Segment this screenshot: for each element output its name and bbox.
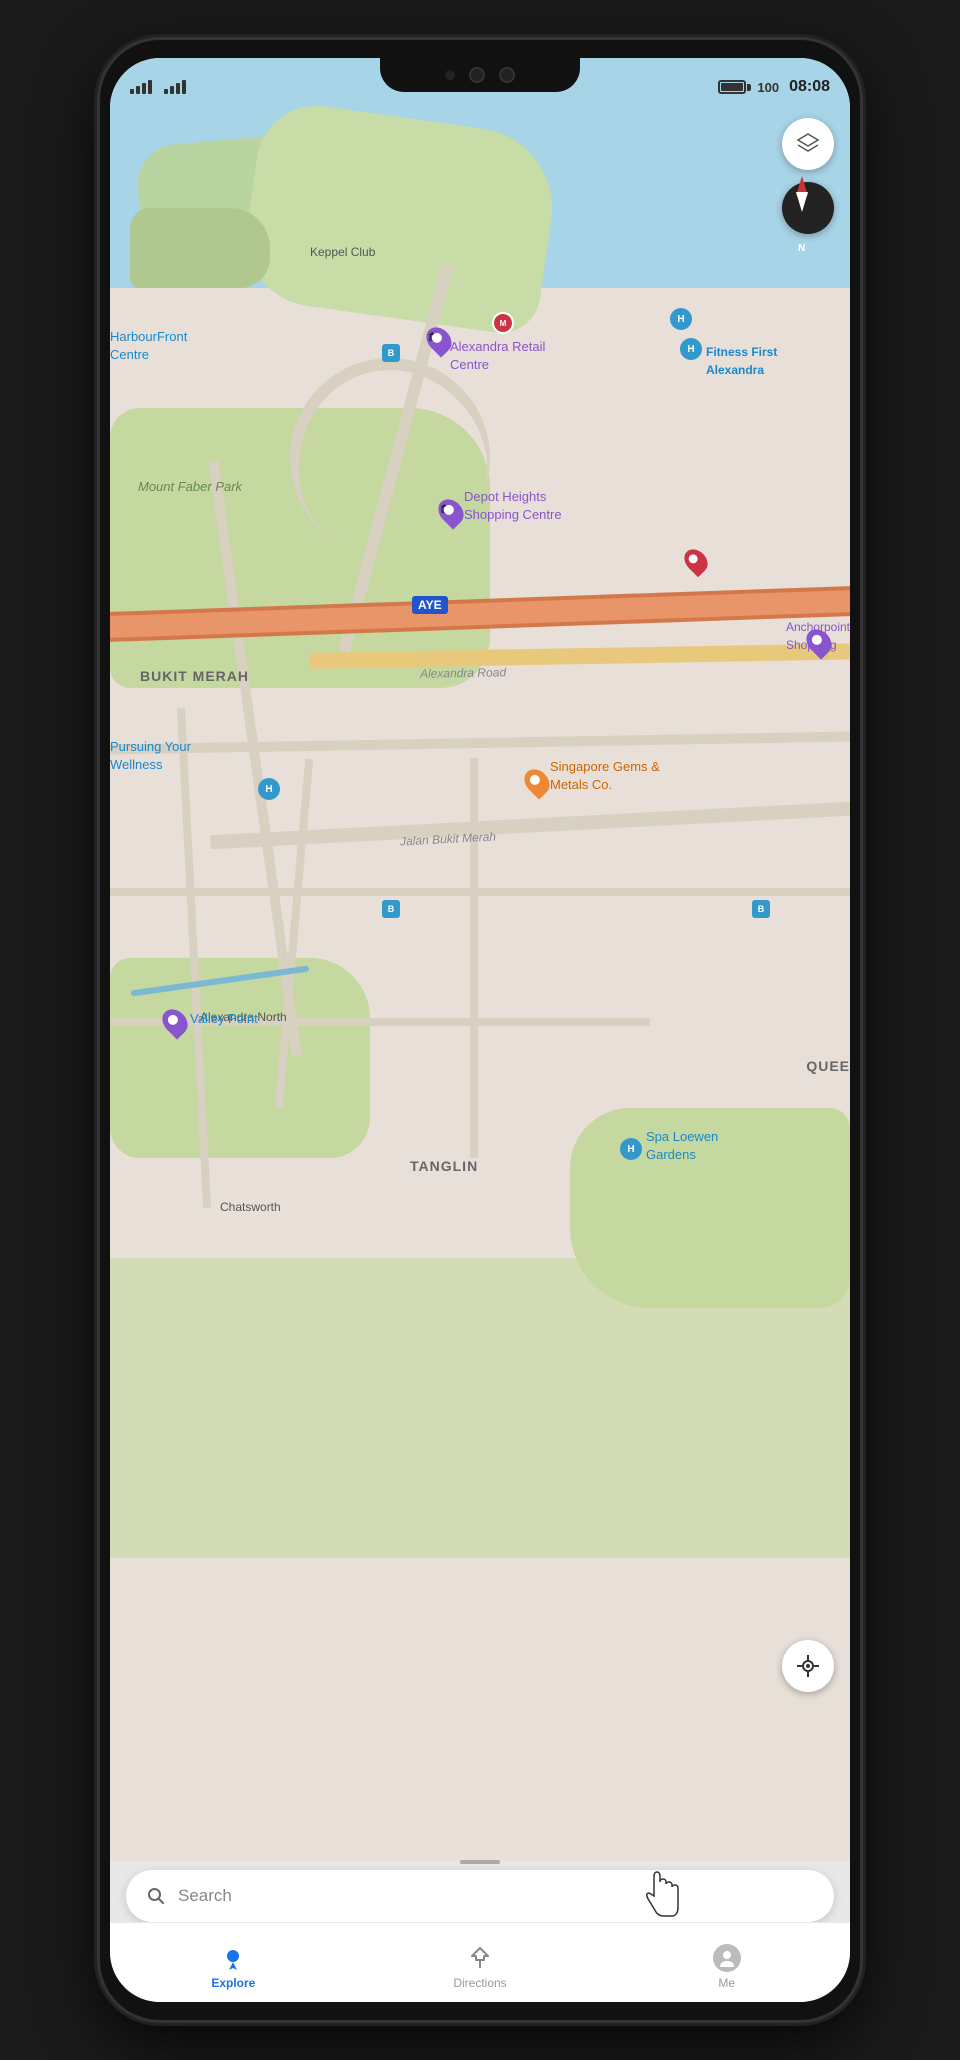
- mrt-station: M: [492, 312, 514, 334]
- nav-me-label: Me: [718, 1976, 735, 1990]
- notch: [380, 58, 580, 92]
- nav-explore[interactable]: Explore: [110, 1936, 357, 1990]
- explore-icon: [219, 1944, 247, 1972]
- nav-explore-label: Explore: [211, 1976, 255, 1990]
- keppel-land: [130, 208, 270, 288]
- queens-label: QUEE: [806, 1058, 850, 1076]
- compass-south: [796, 192, 808, 212]
- battery-icon: [718, 80, 751, 94]
- road-horiz-1: [110, 732, 850, 755]
- location-icon: [795, 1653, 821, 1679]
- signal-bar: [182, 80, 186, 94]
- pin-fitness-first[interactable]: H: [680, 338, 702, 360]
- road-horiz-2: [110, 888, 850, 896]
- notch-sensor: [445, 70, 455, 80]
- map-area[interactable]: AYE Keppel Club Mount Faber Park BUKIT M…: [110, 58, 850, 1862]
- pin-spa-icon: H: [620, 1138, 642, 1160]
- status-right: 100 08:08: [718, 78, 830, 96]
- pin-pursuing[interactable]: H: [258, 778, 280, 800]
- chatsworth-label: Chatsworth: [220, 1198, 281, 1216]
- signal-bar: [170, 86, 174, 94]
- phone-screen: 100 08:08: [110, 58, 850, 2002]
- bottom-sheet-handle: [460, 1860, 500, 1864]
- bus-stop-2: B: [382, 900, 400, 918]
- pin-pursuing-icon: H: [258, 778, 280, 800]
- search-icon: [146, 1886, 166, 1906]
- search-placeholder: Search: [178, 1886, 232, 1906]
- road-v3: [470, 758, 478, 1158]
- me-avatar: [713, 1944, 741, 1972]
- label-alexandra-retail: Alexandra RetailCentre: [450, 338, 545, 374]
- bottom-nav: Explore Directions Me: [110, 1922, 850, 2002]
- search-bar[interactable]: Search: [126, 1870, 834, 1922]
- battery-percent: 100: [757, 80, 779, 95]
- signal-bar: [136, 86, 140, 94]
- pin-alexandra-retail[interactable]: 🛍: [428, 326, 450, 354]
- label-fitness-first: Fitness FirstAlexandra: [706, 343, 777, 379]
- pin-depot-heights[interactable]: 🛍: [440, 498, 462, 526]
- pin-anchorpoint[interactable]: [808, 628, 830, 656]
- pin-spa-loewen[interactable]: H: [620, 1138, 642, 1160]
- signal-bar: [164, 89, 168, 94]
- nav-directions[interactable]: Directions: [357, 1936, 604, 1990]
- compass-n-label: N: [798, 243, 805, 254]
- signal-bars-2: [164, 80, 186, 94]
- time-display: 08:08: [789, 78, 830, 96]
- tanglin-label: TANGLIN: [410, 1158, 478, 1176]
- pin-gems-icon: [519, 764, 554, 799]
- pin-singapore-gems[interactable]: [526, 768, 548, 796]
- label-singapore-gems: Singapore Gems &Metals Co.: [550, 758, 660, 794]
- status-left: [130, 80, 250, 94]
- pin-gym-top[interactable]: H: [670, 308, 692, 330]
- map-green-6: [110, 1258, 850, 1558]
- nav-directions-label: Directions: [453, 1976, 506, 1990]
- battery-tip: [747, 84, 751, 91]
- notch-camera-2: [499, 67, 515, 83]
- signal-bar: [176, 83, 180, 94]
- nav-me[interactable]: Me: [603, 1936, 850, 1990]
- layers-icon: [795, 131, 821, 157]
- phone-frame: 100 08:08: [100, 40, 860, 2020]
- bus-stop-1: B: [382, 344, 400, 362]
- battery-fill: [721, 83, 743, 91]
- pin-fitness-icon: H: [680, 338, 702, 360]
- harbourfront-label: HarbourFrontCentre: [110, 328, 187, 364]
- signal-bar: [142, 83, 146, 94]
- signal-bar: [130, 89, 134, 94]
- map-layers-button[interactable]: [782, 118, 834, 170]
- my-location-button[interactable]: [782, 1640, 834, 1692]
- signal-bar: [148, 80, 152, 94]
- compass-needle: N: [802, 192, 814, 224]
- pin-valley-point[interactable]: [164, 1008, 186, 1036]
- pin-gym-top-icon: H: [670, 308, 692, 330]
- signal-bars-1: [130, 80, 152, 94]
- pin-red-icon: [680, 545, 713, 578]
- notch-camera: [469, 67, 485, 83]
- road-horiz-3: [110, 1018, 650, 1026]
- directions-icon: [466, 1944, 494, 1972]
- pin-red-top[interactable]: [686, 548, 706, 574]
- compass-button[interactable]: N: [782, 182, 834, 234]
- person-icon: [718, 1949, 736, 1967]
- battery-body: [718, 80, 746, 94]
- aye-road-badge: AYE: [412, 596, 448, 614]
- bus-stop-3: B: [752, 900, 770, 918]
